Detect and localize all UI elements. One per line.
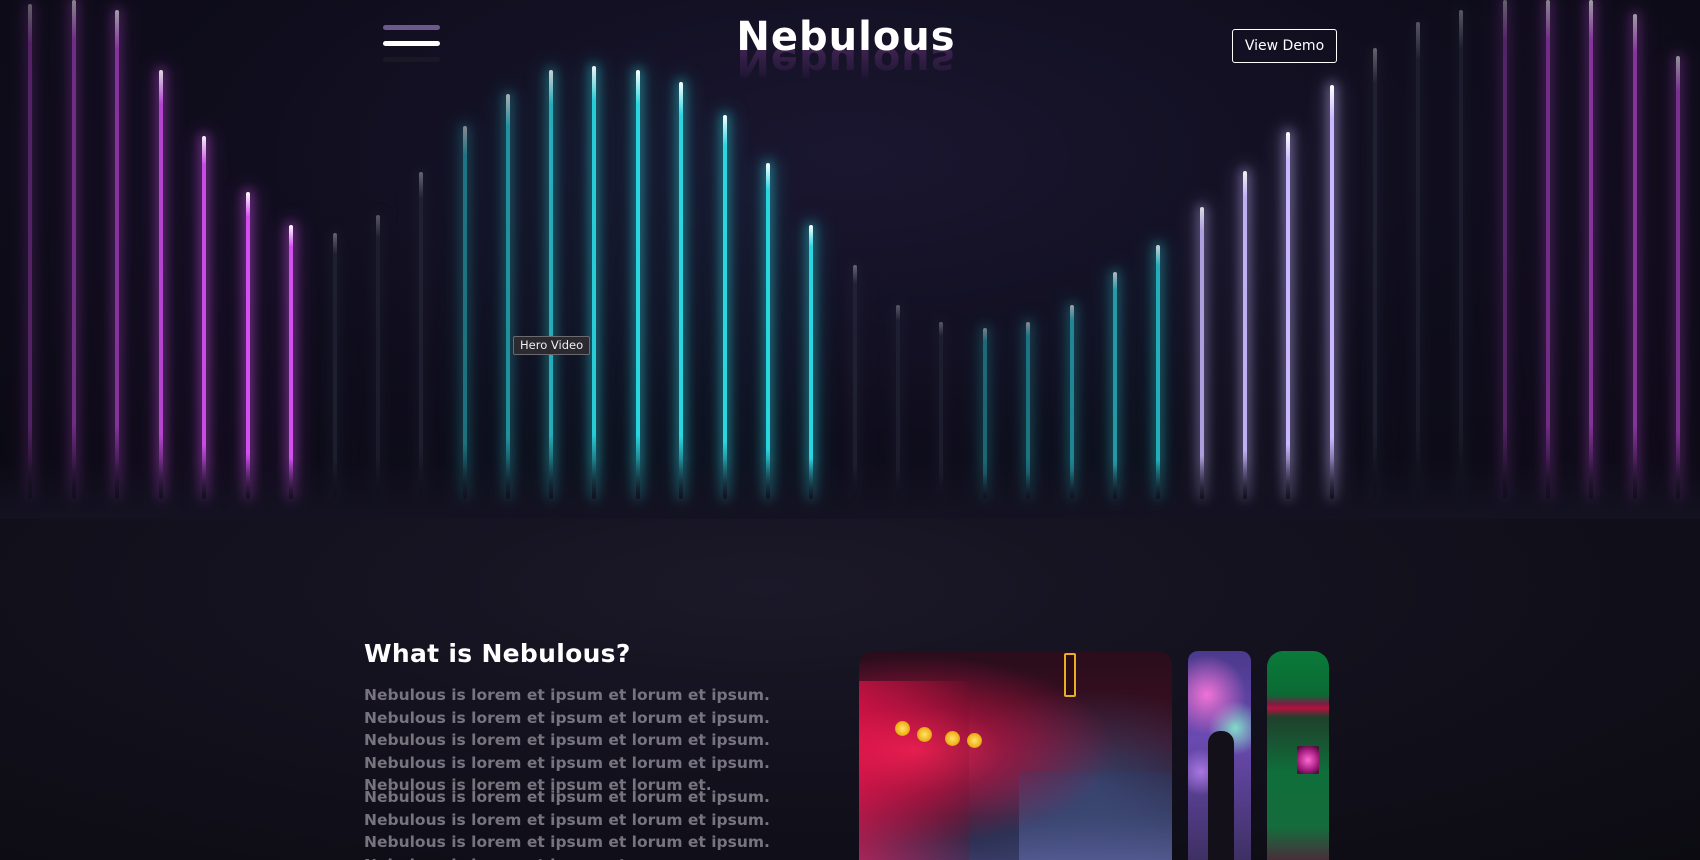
light-bar <box>463 126 467 499</box>
image-detail-figure <box>1208 731 1234 860</box>
menu-line-top <box>383 25 440 30</box>
logo-text: Nebulous <box>736 14 956 60</box>
about-section: What is Nebulous? Nebulous is lorem et i… <box>0 519 1700 860</box>
logo[interactable]: Nebulous Nebulous <box>728 14 964 84</box>
gallery-image-ghosts[interactable] <box>1188 651 1251 860</box>
image-detail-street <box>1019 771 1172 860</box>
light-bar <box>159 70 163 499</box>
gallery-image-green-room[interactable] <box>1267 651 1329 860</box>
light-bar <box>549 70 553 499</box>
light-bar <box>592 66 596 499</box>
light-bar <box>636 70 640 499</box>
menu-line-bottom <box>383 57 440 62</box>
light-bar <box>723 115 727 499</box>
light-bar <box>1589 0 1593 499</box>
light-bar <box>1676 56 1680 499</box>
light-bar <box>28 4 32 499</box>
light-bar <box>72 0 76 499</box>
hamburger-menu-icon[interactable] <box>383 24 441 66</box>
light-bar <box>289 225 293 499</box>
light-bar <box>1416 22 1420 499</box>
light-bar <box>1373 48 1377 499</box>
image-detail-lantern <box>945 731 960 746</box>
image-detail-screen <box>1297 746 1319 774</box>
section-title: What is Nebulous? <box>364 639 631 668</box>
light-bar <box>115 10 119 499</box>
light-bar <box>419 172 423 499</box>
image-detail-lantern <box>917 727 932 742</box>
light-bar <box>809 225 813 499</box>
image-detail-neon-door <box>859 681 969 860</box>
light-bar <box>246 192 250 499</box>
gallery-image-alley[interactable] <box>859 651 1172 860</box>
light-bar <box>1200 207 1204 499</box>
light-bar <box>1243 171 1247 499</box>
menu-line-middle <box>383 41 440 46</box>
light-bar <box>1459 10 1463 499</box>
light-bar <box>1546 0 1550 499</box>
image-detail-sign <box>1064 653 1076 697</box>
view-demo-button[interactable]: View Demo <box>1232 29 1337 63</box>
light-bar <box>679 82 683 499</box>
hero-section: Nebulous Nebulous View Demo Hero Video <box>0 0 1700 519</box>
image-detail-lantern <box>895 721 910 736</box>
hero-video-label: Hero Video <box>513 336 591 355</box>
light-bar <box>1286 132 1290 499</box>
hero-fade <box>0 459 1700 519</box>
light-bar <box>1633 14 1637 499</box>
light-bar <box>376 215 380 499</box>
about-paragraph-2: Nebulous is lorem et ipsum et lorum et i… <box>364 788 770 860</box>
light-bar <box>506 94 510 499</box>
light-bar <box>766 163 770 499</box>
light-bar <box>1503 0 1507 499</box>
light-bar <box>202 136 206 499</box>
light-bar <box>1330 85 1334 499</box>
about-paragraph-1: Nebulous is lorem et ipsum et lorum et i… <box>364 686 770 794</box>
image-detail-lantern <box>967 733 982 748</box>
